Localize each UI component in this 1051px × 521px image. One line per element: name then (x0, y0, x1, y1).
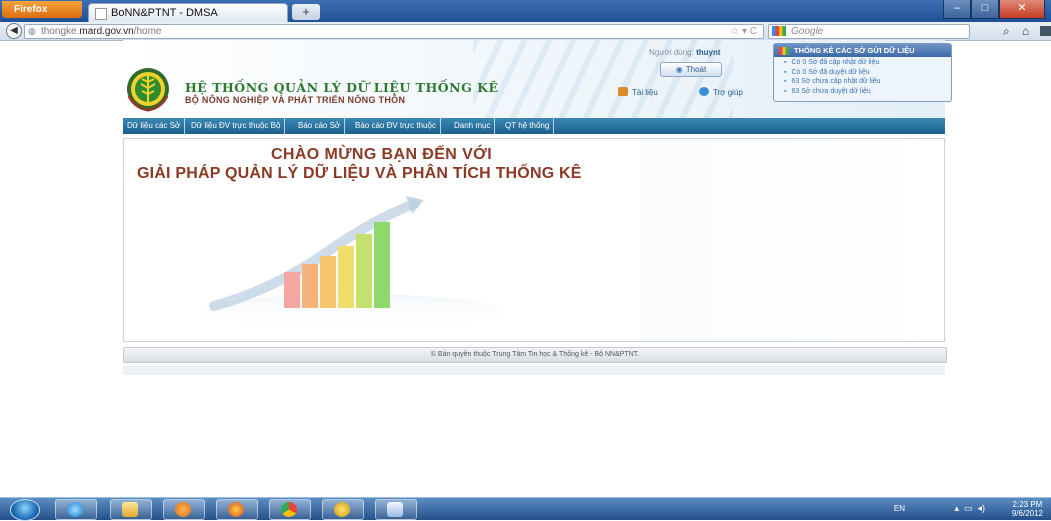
welcome-subheading: GIẢI PHÁP QUẢN LÝ DỮ LIỆU VÀ PHÂN TÍCH T… (137, 165, 582, 182)
navigation-bar: ◀ ◍ thongke.mard.gov.vn/home ☆ ▾ C Googl… (0, 22, 1051, 41)
menu-item-admin[interactable]: QT hệ thống (501, 118, 555, 134)
search-bar[interactable]: Google (768, 24, 970, 39)
growth-chart-illustration (204, 196, 504, 330)
new-tab-button[interactable]: + (292, 4, 320, 20)
clock[interactable]: 2:23 PM 9/6/2012 (1012, 500, 1043, 518)
google-icon (772, 26, 786, 36)
explorer-taskbar-icon[interactable] (110, 499, 152, 520)
help-icon (699, 87, 709, 96)
tray-icons[interactable]: ▴ ▭ ◂) (954, 503, 985, 514)
logout-button[interactable]: ◉ Thoát (660, 62, 722, 77)
windows-taskbar: EN ▴ ▭ ◂) 2:23 PM 9/6/2012 (0, 497, 1051, 521)
chart-icon (779, 47, 789, 55)
user-name: thuynt (696, 48, 721, 57)
stats-item[interactable]: Có 0 Sở đã cập nhật dữ liệu (784, 58, 881, 68)
maximize-button[interactable]: □ (971, 0, 999, 19)
stats-title: THỐNG KÊ CÁC SỞ GỬI DỮ LIỆU (774, 44, 951, 57)
welcome-heading: CHÀO MỪNG BẠN ĐẾN VỚI (270, 146, 493, 163)
documents-link[interactable]: Tài liệu (618, 87, 658, 97)
ie-taskbar-icon[interactable] (55, 499, 97, 520)
stats-item[interactable]: 63 Sở chưa cập nhật dữ liệu (784, 77, 880, 87)
menu-item-unit-data[interactable]: Dữ liệu ĐV trực thuộc Bộ (187, 118, 286, 134)
url-text: thongke.mard.gov.vn/home (41, 26, 162, 37)
site-subtitle: BỘ NÔNG NGHIỆP VÀ PHÁT TRIỂN NÔNG THÔN (185, 95, 406, 105)
menu-item-unit-reports[interactable]: Báo cáo ĐV trực thuộc (351, 118, 441, 134)
firefox-taskbar-icon[interactable] (216, 499, 258, 520)
globe-icon: ◍ (28, 26, 36, 36)
footer-bar (123, 366, 945, 375)
site-title: HỆ THỐNG QUẢN LÝ DỮ LIỆU THỐNG KÊ (185, 80, 499, 95)
welcome-panel: CHÀO MỪNG BẠN ĐẾN VỚI GIẢI PHÁP QUẢN LÝ … (123, 138, 945, 342)
start-button-icon[interactable] (10, 499, 40, 521)
copyright-footer: © Bản quyền thuộc Trung Tâm Tin học & Th… (123, 347, 947, 363)
menu-item-catalog[interactable]: Danh mục (450, 118, 496, 134)
menu-icon[interactable] (1040, 26, 1051, 36)
window-controls: – □ ✕ (943, 0, 1045, 19)
chrome-taskbar-icon[interactable] (269, 499, 311, 520)
documents-icon (618, 87, 628, 96)
url-bar[interactable]: ◍ thongke.mard.gov.vn/home ☆ ▾ C (24, 24, 764, 39)
clock-date: 9/6/2012 (1011, 509, 1043, 518)
search-icon[interactable]: ⌕ (1003, 24, 1010, 39)
minimize-button[interactable]: – (943, 0, 971, 19)
home-icon[interactable]: ⌂ (1022, 24, 1029, 38)
logout-icon: ◉ (675, 65, 683, 74)
ministry-logo-icon (127, 68, 169, 112)
word-taskbar-icon[interactable] (375, 499, 417, 520)
menu-item-so-reports[interactable]: Báo cáo Sở (294, 118, 346, 134)
tab-title: BoNN&PTNT - DMSA (111, 7, 218, 19)
search-placeholder: Google (791, 26, 824, 37)
user-info: Người dùng: thuynt (649, 48, 721, 57)
menu-item-so-data[interactable]: Dữ liệu các Sở (123, 118, 186, 134)
bookmark-star-icon[interactable]: ☆ ▾ C (730, 25, 757, 38)
page-icon (95, 8, 107, 20)
browser-tab[interactable]: BoNN&PTNT - DMSA (88, 3, 288, 23)
stats-list: Có 0 Sở đã cập nhật dữ liệu Có 0 Sở đã d… (784, 58, 881, 97)
stats-item[interactable]: 63 Sở chưa duyệt dữ liệu (784, 87, 881, 97)
right-panel (641, 139, 944, 341)
main-menu: Dữ liệu các Sở Dữ liệu ĐV trực thuộc Bộ … (123, 118, 945, 134)
data-submission-stats: THỐNG KÊ CÁC SỞ GỬI DỮ LIỆU Có 0 Sở đã c… (773, 43, 952, 102)
firefox-menu-button[interactable]: Firefox (2, 1, 82, 18)
media-player-taskbar-icon[interactable] (163, 499, 205, 520)
language-indicator[interactable]: EN (894, 504, 905, 513)
browser-title-bar: Firefox BoNN&PTNT - DMSA + – □ ✕ (0, 0, 1051, 23)
messenger-taskbar-icon[interactable] (322, 499, 364, 520)
help-link[interactable]: Trợ giúp (699, 87, 743, 97)
back-arrow-icon[interactable]: ◀ (6, 23, 22, 39)
clock-time: 2:23 PM (1012, 500, 1043, 509)
stats-item[interactable]: Có 0 Sở đã duyệt dữ liệu (784, 68, 881, 78)
close-button[interactable]: ✕ (999, 0, 1045, 19)
